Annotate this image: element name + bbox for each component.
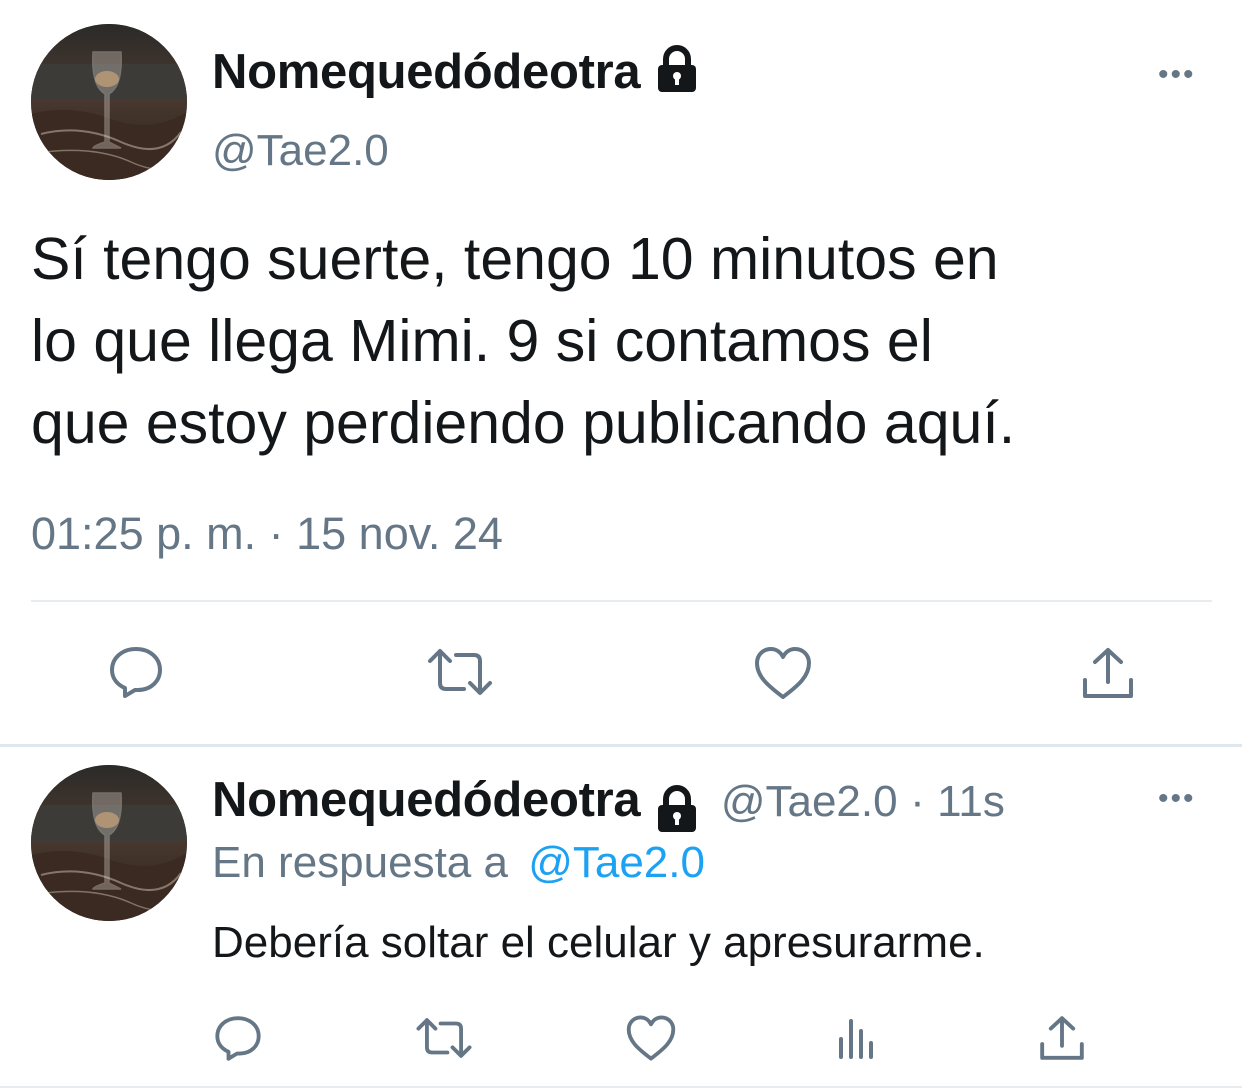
display-name[interactable]: Nomequedódeotra <box>212 44 702 106</box>
separator-dot: · <box>910 777 925 826</box>
in-reply-to: En respuesta a @Tae2.0 <box>212 838 705 888</box>
lock-icon <box>652 44 702 106</box>
reply-button[interactable] <box>212 1012 264 1064</box>
reply-text: Debería soltar el celular y apresurarme. <box>212 918 985 967</box>
lock-icon <box>652 784 702 839</box>
reply-age[interactable]: 11s <box>937 777 1005 826</box>
tweet-text: Sí tengo suerte, tengo 10 minutos en lo … <box>31 218 1015 464</box>
avatar[interactable] <box>31 24 187 180</box>
divider <box>0 744 1242 747</box>
like-icon <box>755 647 811 699</box>
timestamp[interactable]: 01:25 p. m. · 15 nov. 24 <box>31 508 503 560</box>
retweet-button[interactable] <box>425 640 495 704</box>
retweet-icon <box>416 1018 472 1058</box>
handle[interactable]: @Tae2.0 <box>212 126 389 176</box>
like-button[interactable] <box>752 642 814 704</box>
reply-button[interactable] <box>104 640 168 704</box>
share-button[interactable] <box>1036 1012 1088 1064</box>
share-button[interactable] <box>1078 642 1138 704</box>
reply-display-name[interactable]: Nomequedódeotra <box>212 773 641 827</box>
retweet-button[interactable] <box>414 1012 474 1064</box>
analytics-button[interactable] <box>832 1012 882 1064</box>
share-icon <box>1040 1016 1084 1060</box>
divider <box>31 600 1212 602</box>
in-reply-to-label: En respuesta a <box>212 838 508 887</box>
reply-icon <box>110 647 162 698</box>
analytics-icon <box>839 1019 873 1059</box>
like-icon <box>626 1015 676 1061</box>
reply-avatar[interactable] <box>31 765 187 921</box>
divider <box>0 1086 1242 1088</box>
reply-header: Nomequedódeotra @Tae2.0 · 11s <box>212 772 1005 839</box>
reply-icon <box>215 1016 261 1061</box>
tweet-text-line: lo que llega Mimi. 9 si contamos el <box>31 308 933 374</box>
more-icon[interactable]: ••• <box>1158 58 1196 92</box>
retweet-icon <box>428 649 492 695</box>
share-icon <box>1083 648 1133 698</box>
tweet-text-line: Sí tengo suerte, tengo 10 minutos en <box>31 226 999 292</box>
like-button[interactable] <box>624 1012 678 1064</box>
more-icon[interactable]: ••• <box>1158 782 1196 816</box>
display-name-text[interactable]: Nomequedódeotra <box>212 45 641 99</box>
tweet-text-line: que estoy perdiendo publicando aquí. <box>31 390 1016 456</box>
in-reply-to-link[interactable]: @Tae2.0 <box>528 838 705 887</box>
reply-handle[interactable]: @Tae2.0 <box>721 777 898 826</box>
